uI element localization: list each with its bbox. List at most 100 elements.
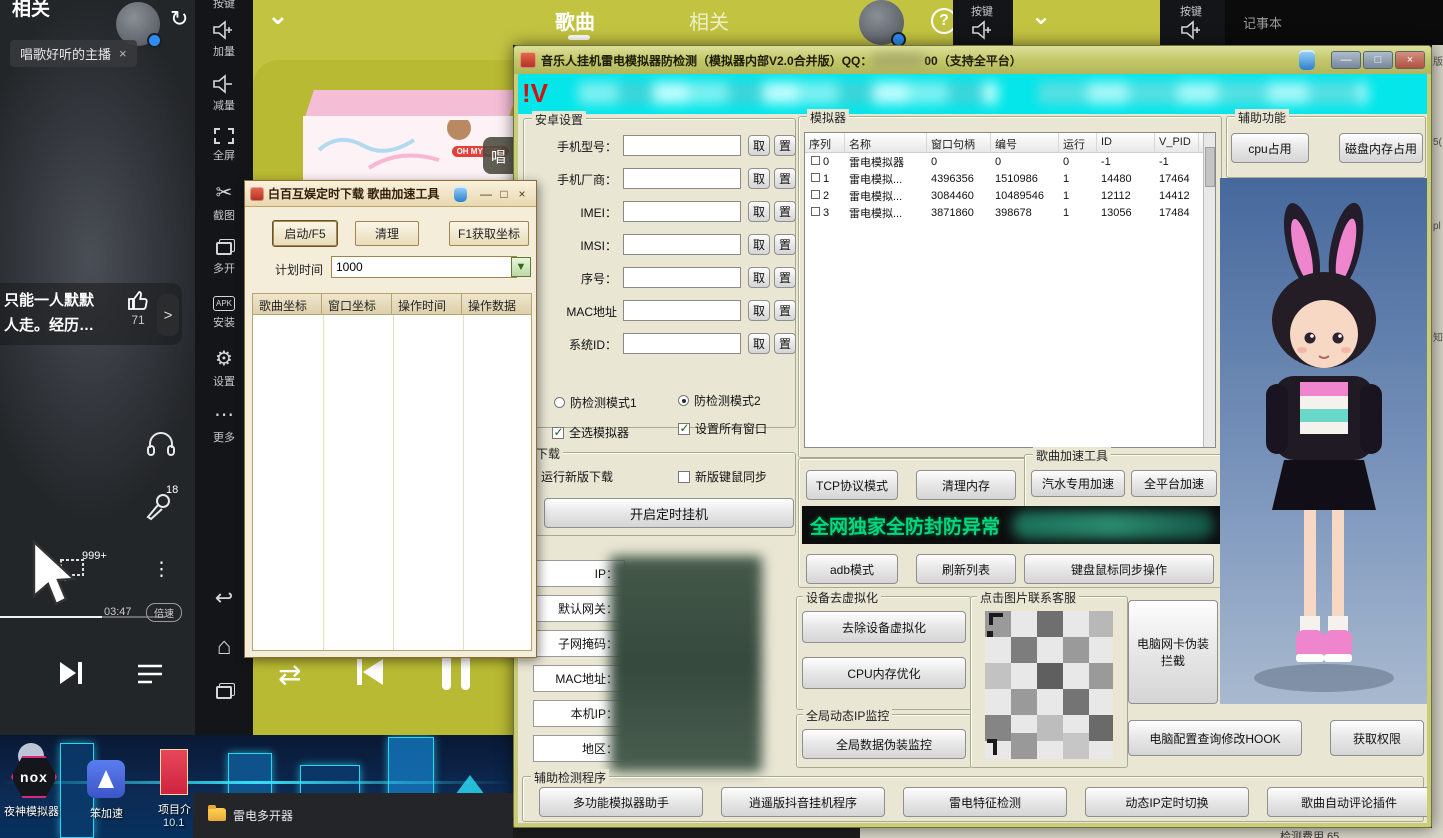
field-input[interactable] (623, 135, 741, 156)
get-button[interactable]: 取 (748, 168, 770, 189)
table-row[interactable]: 3雷电模拟...387186039867811305617484 (805, 204, 1215, 221)
get-permission-button[interactable]: 获取权限 (1330, 720, 1424, 756)
tab-song[interactable]: 歌曲 (555, 6, 595, 35)
adb-mode-button[interactable]: adb模式 (806, 554, 898, 584)
desktop-icon-nox[interactable]: nox (11, 756, 57, 798)
expand-chevron[interactable]: > (157, 294, 179, 336)
desktop-icon-project[interactable] (160, 749, 188, 795)
disk-mem-usage-button[interactable]: 磁盘内存占用 (1339, 133, 1423, 163)
volume-up-icon[interactable] (1180, 20, 1204, 40)
cpu-usage-button[interactable]: cpu占用 (1231, 133, 1309, 163)
field-input[interactable] (623, 267, 741, 288)
cup-icon[interactable] (454, 186, 467, 202)
global-data-monitor-button[interactable]: 全局数据伪装监控 (802, 729, 966, 759)
volume-up-icon[interactable] (971, 20, 995, 40)
cpu-mem-optimize-button[interactable]: CPU内存优化 (802, 657, 966, 689)
album-art[interactable]: OH MY GIRL (303, 90, 513, 181)
row-checkbox[interactable] (811, 156, 820, 165)
video-player[interactable]: 相关 ↻ 唱歌好听的主播 × 只能一人默默 人走。经历… 71 > 18 999… (0, 0, 195, 735)
headphones-icon[interactable] (146, 430, 176, 458)
tab-related[interactable]: 相关 (12, 0, 50, 21)
next-track-icon[interactable] (58, 660, 86, 686)
clean-memory-button[interactable]: 清理内存 (916, 470, 1016, 500)
clear-button[interactable]: 清理 (355, 221, 419, 246)
karaoke-mic-icon[interactable]: 18 (144, 492, 174, 522)
close-button[interactable]: × (1395, 51, 1425, 69)
tag-pill-partial[interactable]: 唱 (483, 137, 513, 174)
get-button[interactable]: 取 (748, 201, 770, 222)
get-button[interactable]: 取 (748, 300, 770, 321)
get-button[interactable]: 取 (748, 135, 770, 156)
desktop-icon-nox-label[interactable]: 夜神模拟器 (4, 803, 59, 819)
radio-antidetect-2[interactable]: 防检测模式2 (678, 392, 761, 409)
soda-accel-button[interactable]: 汽水专用加速 (1031, 470, 1125, 497)
ld-feature-detect-button[interactable]: 雷电特征检测 (903, 787, 1067, 817)
set-button[interactable]: 置 (774, 267, 796, 288)
close-button[interactable]: × (513, 187, 531, 201)
set-button[interactable]: 置 (774, 168, 796, 189)
set-button[interactable]: 置 (774, 300, 796, 321)
pause-icon[interactable] (438, 652, 474, 692)
toolbar-item-volume-down[interactable]: 减量 (195, 74, 253, 113)
start-f5-button[interactable]: 启动/F5 (273, 221, 337, 246)
dropdown-arrow-button[interactable]: ▼ (511, 257, 531, 277)
table-row[interactable]: 2雷电模拟...30844601048954611211214412 (805, 187, 1215, 204)
refresh-list-button[interactable]: 刷新列表 (916, 554, 1016, 584)
radio-antidetect-1[interactable]: 防检测模式1 (554, 394, 637, 411)
playlist-icon[interactable] (136, 662, 164, 686)
scrollbar[interactable] (1203, 133, 1215, 447)
listview-header[interactable]: 序列 名称 窗口句柄 编号 运行 ID V_PID (805, 133, 1215, 153)
desktop-icon-project-label[interactable]: 项目介 (158, 801, 191, 817)
toolbar-item-keymap[interactable]: 按键 (195, 0, 253, 11)
minimize-button[interactable]: — (1331, 51, 1361, 69)
ld-multi-opener-bar[interactable]: 雷电多开器 (193, 793, 513, 838)
toolbar-item-fullscreen[interactable]: 全屏 (195, 128, 253, 163)
field-input[interactable] (623, 168, 741, 189)
kbmouse-sync-button[interactable]: 键盘鼠标同步操作 (1024, 554, 1214, 584)
f1-get-coords-button[interactable]: F1获取坐标 (449, 221, 529, 246)
emulator-listview[interactable]: 序列 名称 窗口句柄 编号 运行 ID V_PID 0雷电模拟器000-1-11… (804, 132, 1216, 448)
field-input[interactable] (623, 333, 741, 354)
like-button[interactable]: 71 (126, 289, 150, 327)
row-checkbox[interactable] (811, 190, 820, 199)
main-window-titlebar[interactable]: 音乐人挂机雷电模拟器防检测（模拟器内部V2.0合并版）QQ：00（支持全平台） … (514, 46, 1431, 74)
tab-related[interactable]: 相关 (689, 6, 729, 35)
get-button[interactable]: 取 (748, 267, 770, 288)
auto-comment-plugin-button[interactable]: 歌曲自动评论插件 (1267, 787, 1427, 817)
chevron-down-icon[interactable]: ⌄ (1031, 2, 1051, 31)
checkbox-select-all-emulators[interactable]: 全选模拟器 (552, 424, 629, 441)
get-button[interactable]: 取 (748, 234, 770, 255)
checkbox-set-all-windows[interactable]: 设置所有窗口 (678, 420, 767, 437)
notepad-window[interactable]: 记事本 (1225, 0, 1443, 45)
minimize-button[interactable]: — (477, 187, 495, 201)
maximize-button[interactable]: □ (1363, 51, 1393, 69)
plan-time-input[interactable]: 1000 (331, 256, 517, 278)
shuffle-icon[interactable]: ⇄ (278, 658, 301, 691)
set-button[interactable]: 置 (774, 135, 796, 156)
progress-bar[interactable] (0, 616, 165, 618)
coords-table-header[interactable]: 歌曲坐标 窗口坐标 操作时间 操作数据 (252, 293, 532, 315)
tag-close-icon[interactable]: × (119, 46, 127, 61)
table-row[interactable]: 0雷电模拟器000-1-1 (805, 153, 1215, 170)
row-checkbox[interactable] (811, 173, 820, 182)
field-input[interactable] (623, 201, 741, 222)
chevron-down-icon[interactable]: ⌄ (267, 0, 289, 31)
toolbar-item-volume-up[interactable]: 加量 (195, 20, 253, 59)
set-button[interactable]: 置 (774, 201, 796, 222)
checkbox-new-kbmouse-sync[interactable]: 新版键鼠同步 (678, 468, 767, 485)
nav-recents-icon[interactable] (195, 682, 253, 697)
all-platform-accel-button[interactable]: 全平台加速 (1131, 470, 1217, 497)
toolbar-item-keymap[interactable]: 按键 (1180, 3, 1202, 19)
avatar[interactable] (859, 0, 904, 45)
nic-mask-button[interactable]: 电脑网卡伪装拦截 (1128, 600, 1218, 704)
coords-table-body[interactable] (252, 315, 532, 651)
more-options-icon[interactable]: ⋮ (152, 558, 171, 581)
dynamic-ip-switch-button[interactable]: 动态IP定时切换 (1085, 787, 1249, 817)
anchor-tag[interactable]: 唱歌好听的主播 × (10, 40, 137, 67)
desktop-icon-accelerator-label[interactable]: 笨加速 (90, 805, 123, 821)
field-input[interactable] (623, 300, 741, 321)
multi-emulator-helper-button[interactable]: 多功能模拟器助手 (539, 787, 703, 817)
cup-icon[interactable] (1299, 50, 1315, 70)
remove-devirtualize-button[interactable]: 去除设备虚拟化 (802, 611, 966, 643)
tcp-mode-button[interactable]: TCP协议模式 (806, 470, 898, 500)
